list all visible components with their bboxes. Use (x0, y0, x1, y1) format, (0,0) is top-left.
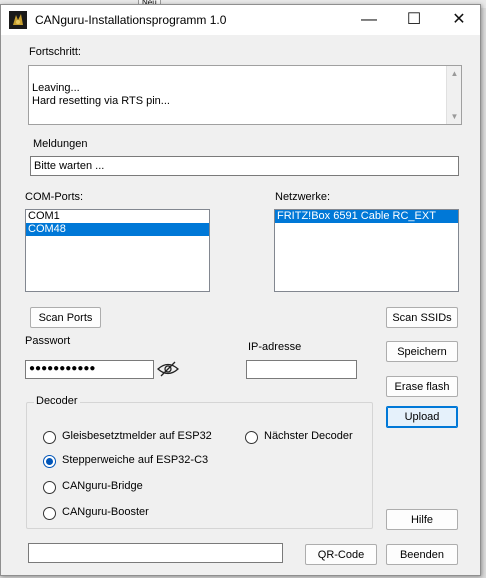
radio-label[interactable]: Nächster Decoder (264, 430, 353, 442)
minimize-button[interactable]: — (347, 5, 391, 35)
eye-slash-icon[interactable] (157, 361, 179, 377)
exit-button[interactable]: Beenden (386, 544, 458, 565)
messages-label: Meldungen (33, 138, 88, 150)
save-button[interactable]: Speichern (386, 341, 458, 362)
decoder-group-label: Decoder (34, 395, 80, 407)
password-input[interactable]: ●●●●●●●●●●● (25, 360, 154, 379)
radio-label[interactable]: CANguru-Bridge (62, 480, 143, 492)
help-button[interactable]: Hilfe (386, 509, 458, 530)
list-item[interactable]: COM1 (26, 210, 209, 223)
password-label: Passwort (25, 335, 71, 347)
qr-code-button[interactable]: QR-Code (305, 544, 377, 565)
progress-textarea[interactable]: Leaving... Hard resetting via RTS pin...… (28, 65, 462, 125)
networks-list[interactable]: FRITZ!Box 6591 Cable RC_EXT (274, 209, 459, 292)
window-title: CANguru-Installationsprogramm 1.0 (35, 13, 227, 27)
scan-ssids-button[interactable]: Scan SSIDs (386, 307, 458, 328)
progress-scrollbar[interactable]: ▲ ▼ (446, 66, 461, 124)
radio-stepperweiche[interactable] (43, 455, 56, 468)
scan-ports-button[interactable]: Scan Ports (30, 307, 101, 328)
com-ports-list[interactable]: COM1 COM48 (25, 209, 210, 292)
erase-flash-button[interactable]: Erase flash (386, 376, 458, 397)
maximize-button[interactable]: ☐ (392, 5, 436, 35)
ip-address-input[interactable] (246, 360, 357, 379)
radio-label[interactable]: CANguru-Booster (62, 506, 149, 518)
title-bar[interactable]: CANguru-Installationsprogramm 1.0 — ☐ ✕ (1, 5, 480, 35)
radio-canguru-booster[interactable] (43, 507, 56, 520)
radio-canguru-bridge[interactable] (43, 481, 56, 494)
radio-label[interactable]: Gleisbesetztmelder auf ESP32 (62, 430, 212, 442)
ip-address-label: IP-adresse (248, 341, 302, 353)
progress-line: Hard resetting via RTS pin... (32, 95, 170, 107)
list-item[interactable]: FRITZ!Box 6591 Cable RC_EXT (275, 210, 458, 223)
radio-label[interactable]: Stepperweiche auf ESP32-C3 (62, 454, 208, 466)
com-ports-label: COM-Ports: (25, 191, 84, 203)
close-button[interactable]: ✕ (437, 5, 481, 35)
scroll-up-icon[interactable]: ▲ (447, 66, 462, 81)
list-item[interactable]: COM48 (26, 223, 209, 236)
messages-field[interactable]: Bitte warten ... (30, 156, 459, 176)
progress-label: Fortschritt: (29, 46, 81, 58)
radio-gleisbesetztmelder[interactable] (43, 431, 56, 444)
app-logo-icon (9, 11, 27, 29)
progress-line: Leaving... (32, 82, 80, 94)
status-field[interactable] (28, 543, 283, 563)
upload-button[interactable]: Upload (386, 406, 458, 428)
app-window: CANguru-Installationsprogramm 1.0 — ☐ ✕ … (0, 4, 481, 576)
radio-naechster-decoder[interactable] (245, 431, 258, 444)
scroll-down-icon[interactable]: ▼ (447, 109, 462, 124)
networks-label: Netzwerke: (275, 191, 331, 203)
decoder-groupbox: Decoder Gleisbesetztmelder auf ESP32 Ste… (26, 395, 373, 529)
